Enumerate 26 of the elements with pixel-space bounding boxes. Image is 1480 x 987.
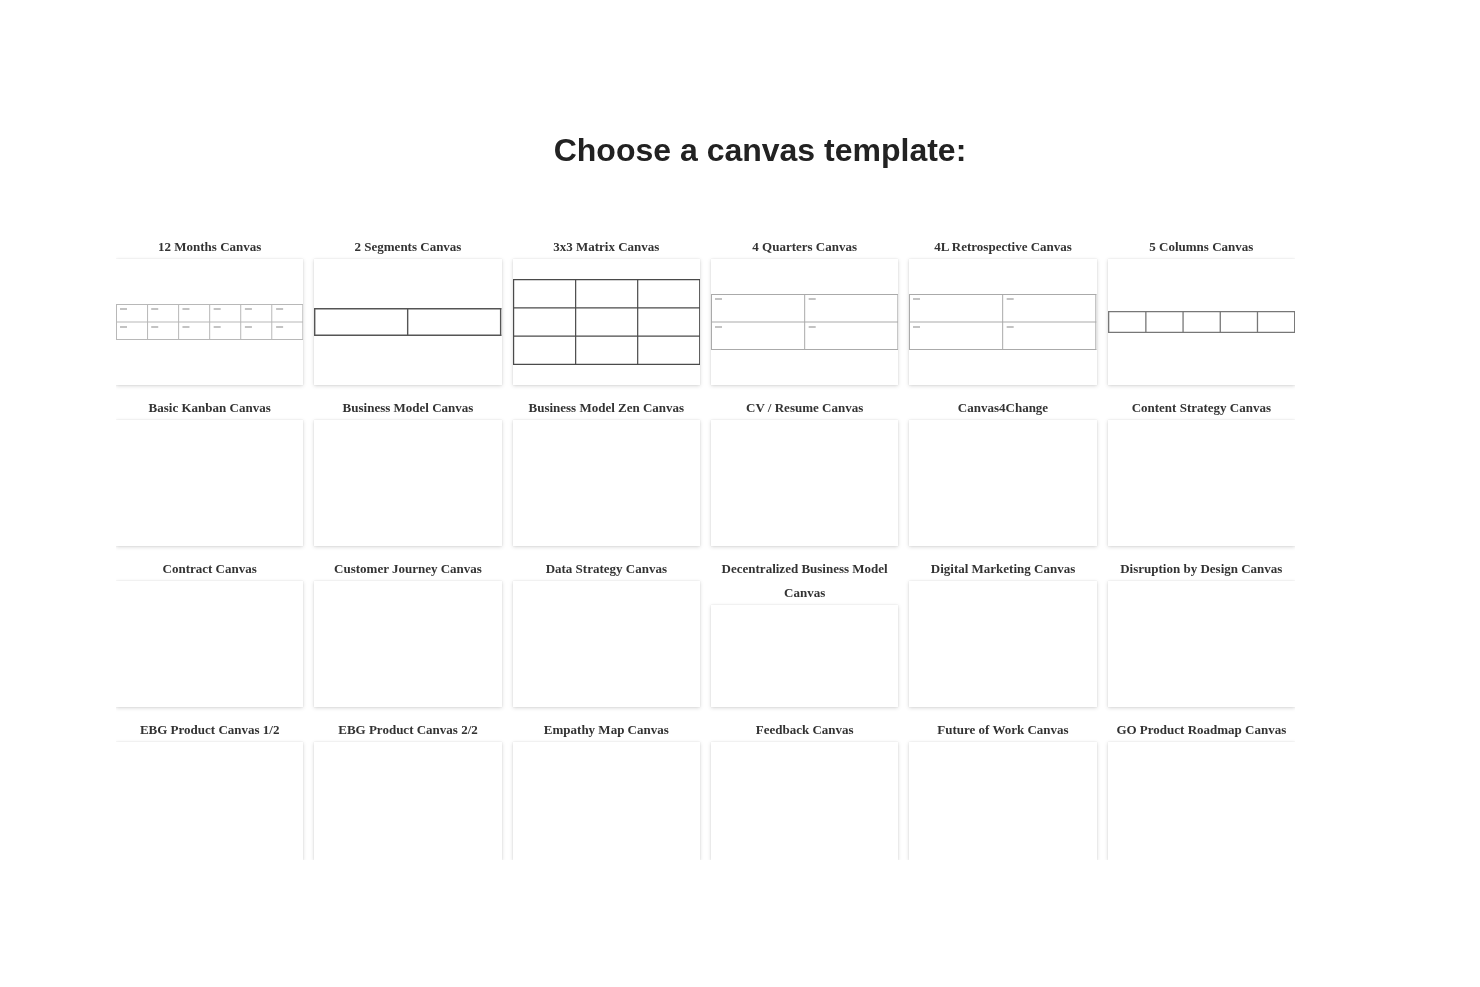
template-name: Contract Canvas <box>161 560 258 578</box>
template-name: Customer Journey Canvas <box>333 560 483 578</box>
page-title: Choose a canvas template: <box>553 131 967 170</box>
template-name: Business Model Canvas <box>341 399 475 417</box>
template-card[interactable] <box>512 259 700 385</box>
template-name: 3x3 Matrix Canvas <box>552 238 661 256</box>
template-name: Canvas4Change <box>956 399 1050 417</box>
template-name: 4L Retrospective Canvas <box>933 238 1073 256</box>
template-name: Disruption by Design Canvas <box>1119 560 1284 578</box>
template-name: Empathy Map Canvas <box>542 721 670 739</box>
template-name: 4 Quarters Canvas <box>751 238 858 256</box>
template-name: GO Product Roadmap Canvas <box>1115 721 1288 739</box>
template-name: Business Model Zen Canvas <box>527 399 686 417</box>
template-name: 2 Segments Canvas <box>353 238 463 256</box>
template-name: Decentralized Business Model Canvas <box>720 560 889 602</box>
template-name: Feedback Canvas <box>754 721 855 739</box>
template-name: Content Strategy Canvas <box>1130 399 1272 417</box>
template-name: EBG Product Canvas 2/2 <box>337 721 479 739</box>
template-name: 12 Months Canvas <box>157 238 263 256</box>
template-name: Future of Work Canvas <box>936 721 1070 739</box>
template-name: Data Strategy Canvas <box>544 560 668 578</box>
template-name: 5 Columns Canvas <box>1148 238 1255 256</box>
template-name: Digital Marketing Canvas <box>929 560 1077 578</box>
template-name: Basic Kanban Canvas <box>147 399 272 417</box>
template-name: CV / Resume Canvas <box>745 399 865 417</box>
template-name: EBG Product Canvas 1/2 <box>138 721 281 739</box>
